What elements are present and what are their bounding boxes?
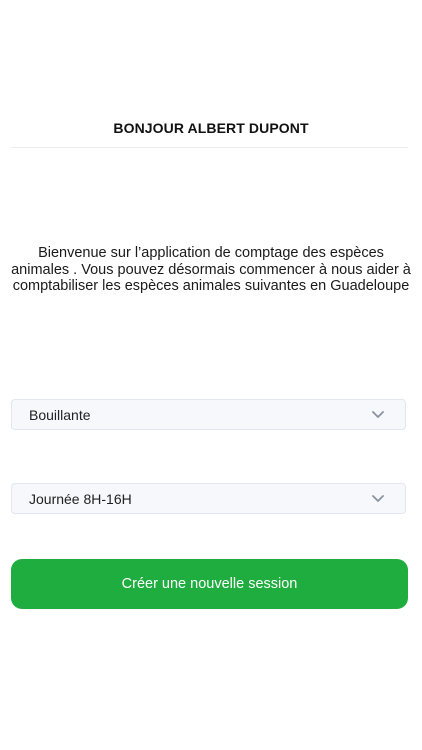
welcome-message: Bienvenue sur l’application de comptage … [11, 245, 411, 294]
page-title: BONJOUR ALBERT DUPONT [113, 120, 309, 136]
chevron-down-icon [372, 411, 384, 418]
time-slot-select[interactable]: Journée 8H-16H [11, 483, 406, 514]
create-session-button[interactable]: Créer une nouvelle session [11, 559, 408, 609]
time-slot-select-value: Journée 8H-16H [29, 490, 132, 507]
location-select[interactable]: Bouillante [11, 399, 406, 430]
chevron-down-icon [372, 495, 384, 502]
location-select-value: Bouillante [29, 406, 91, 423]
header-divider [11, 147, 408, 148]
